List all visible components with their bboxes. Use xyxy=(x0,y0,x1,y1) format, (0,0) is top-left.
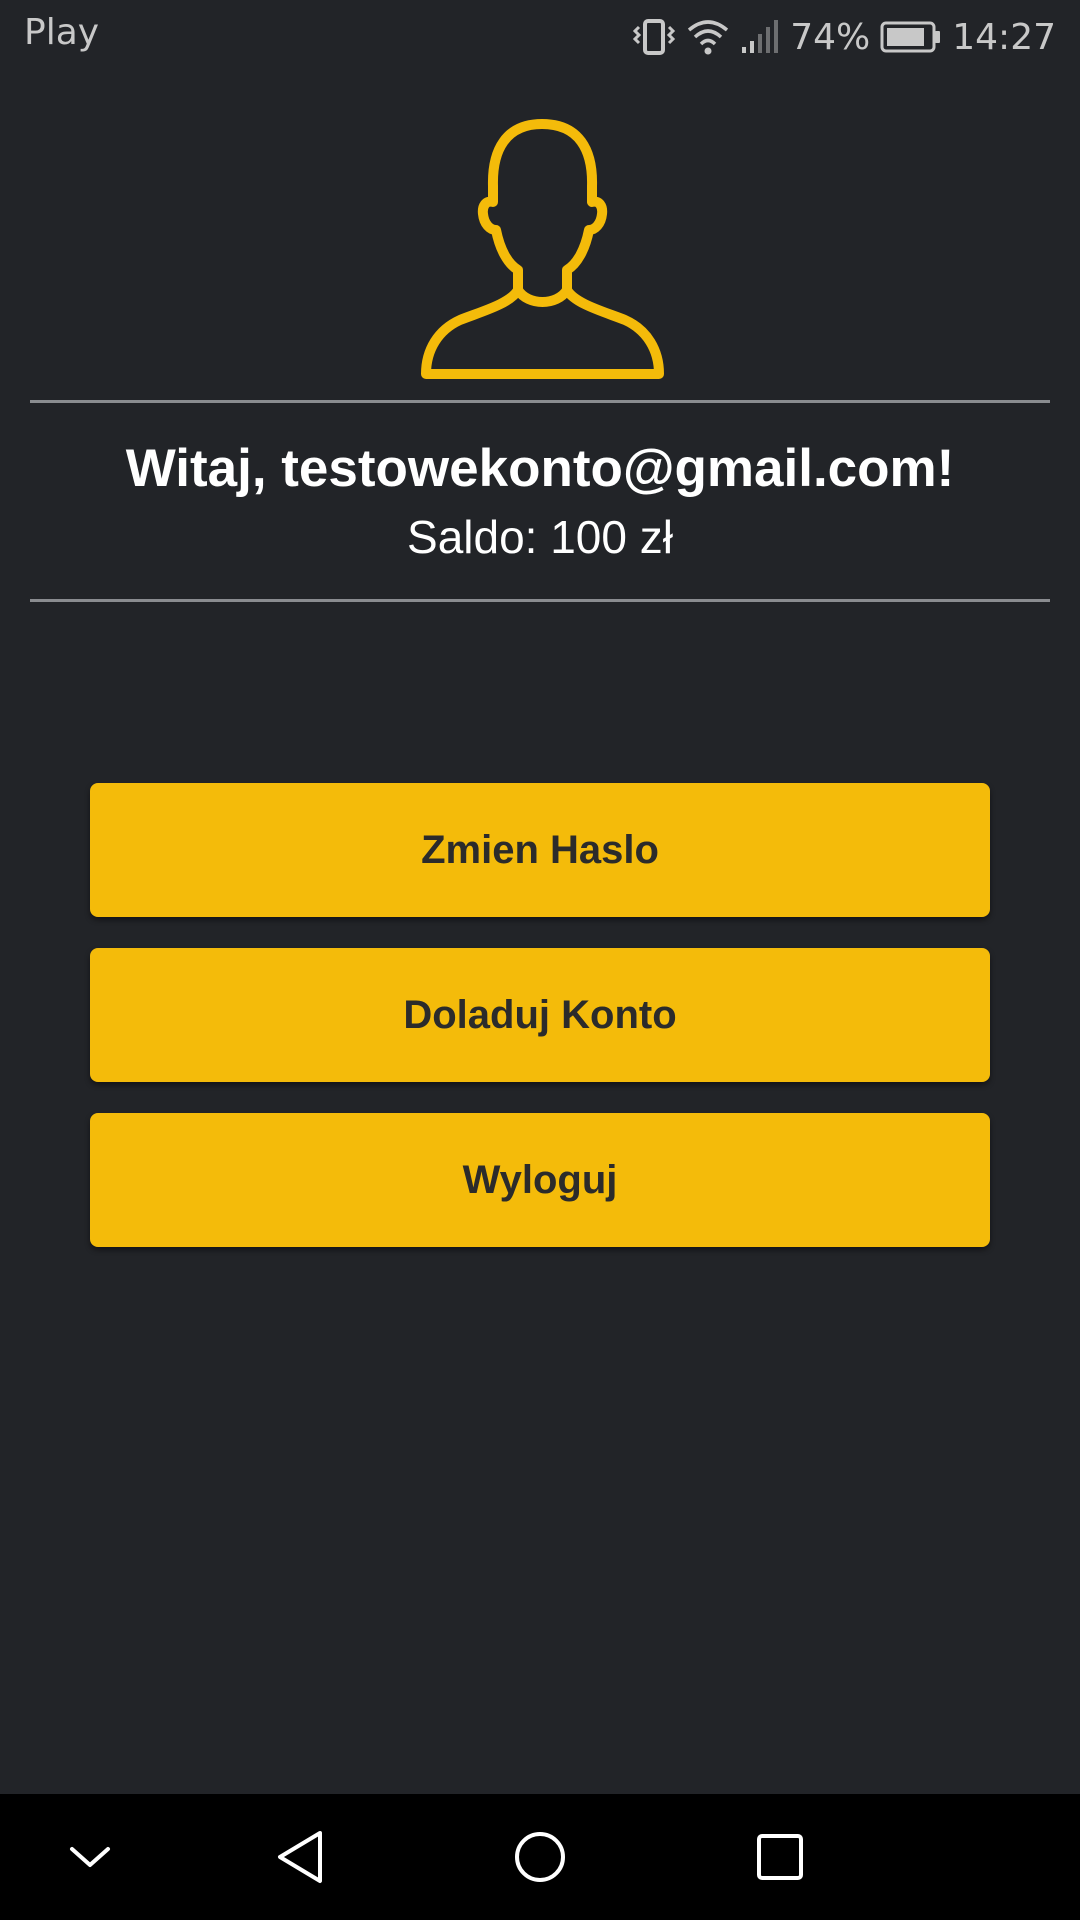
divider-top xyxy=(30,400,1050,403)
logout-button[interactable]: Wyloguj xyxy=(90,1113,990,1247)
user-silhouette-icon xyxy=(420,118,665,380)
chevron-down-icon[interactable] xyxy=(55,1822,125,1892)
change-password-button[interactable]: Zmien Haslo xyxy=(90,783,990,917)
wifi-icon xyxy=(686,17,730,57)
account-screen: Play 74% 14:27 Witaj, testowekonto@gmail… xyxy=(0,0,1080,1920)
back-icon[interactable] xyxy=(265,1822,335,1892)
status-bar: Play 74% 14:27 xyxy=(0,0,1080,76)
balance-text: Saldo: 100 zł xyxy=(407,511,673,563)
battery-percent: 74% xyxy=(790,16,871,58)
battery-icon xyxy=(880,20,942,54)
divider-bottom xyxy=(30,599,1050,602)
navigation-bar xyxy=(0,1794,1080,1920)
signal-icon xyxy=(740,17,780,57)
clock: 14:27 xyxy=(952,16,1056,58)
greeting-text: Witaj, testowekonto@gmail.com! xyxy=(125,439,955,498)
status-icons: 74% 14:27 xyxy=(632,12,1056,62)
top-up-account-button[interactable]: Doladuj Konto xyxy=(90,948,990,1082)
recents-icon[interactable] xyxy=(745,1822,815,1892)
home-icon[interactable] xyxy=(505,1822,575,1892)
vibrate-icon xyxy=(632,17,676,57)
carrier-name: Play xyxy=(24,12,100,53)
